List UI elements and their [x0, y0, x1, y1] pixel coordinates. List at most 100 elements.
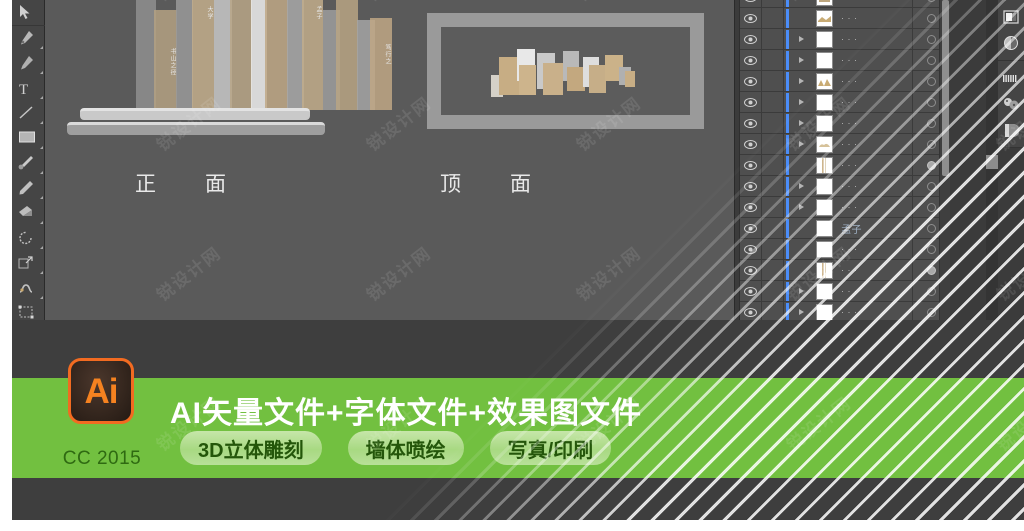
layer-visibility-icon[interactable]: [740, 8, 762, 28]
layer-visibility-icon[interactable]: [740, 302, 762, 320]
layer-name[interactable]: · · ·: [836, 0, 912, 2]
layer-name[interactable]: · · ·: [836, 118, 912, 128]
swatches-icon[interactable]: [998, 4, 1024, 30]
width-tool[interactable]: [12, 276, 45, 301]
layer-row[interactable]: · · ·: [740, 50, 950, 71]
layer-visibility-icon[interactable]: [740, 239, 762, 259]
artboard-canvas[interactable]: 书山之径 大学 论语中庸 孟子笃行之 正 面 顶 面: [45, 0, 734, 320]
layer-lock-cell[interactable]: [762, 176, 784, 196]
layer-name[interactable]: · · ·: [836, 286, 912, 296]
layers-list[interactable]: · · · · · · · · · · · · · · · · · · · · · · · ·…: [740, 0, 950, 320]
layer-expand-triangle-icon[interactable]: [790, 309, 812, 315]
layer-name[interactable]: · · ·: [836, 307, 912, 317]
layer-row[interactable]: 孟子: [740, 218, 950, 239]
layer-lock-cell[interactable]: [762, 71, 784, 91]
layer-row[interactable]: · · ·: [740, 197, 950, 218]
layer-expand-triangle-icon[interactable]: [790, 57, 812, 63]
layer-expand-triangle-icon[interactable]: [790, 183, 812, 189]
layer-lock-cell[interactable]: [762, 113, 784, 133]
brushes-icon[interactable]: [998, 65, 1024, 91]
layer-visibility-icon[interactable]: [740, 155, 762, 175]
rectangle-tool[interactable]: [12, 126, 45, 151]
layer-lock-cell[interactable]: [762, 0, 784, 7]
layer-visibility-icon[interactable]: [740, 113, 762, 133]
layer-visibility-icon[interactable]: [740, 29, 762, 49]
layer-expand-triangle-icon[interactable]: [790, 141, 812, 147]
layers-panel[interactable]: · · · · · · · · · · · · · · · · · · · · · · · ·…: [739, 0, 950, 320]
rotate-tool[interactable]: [12, 226, 45, 251]
layer-visibility-icon[interactable]: [740, 176, 762, 196]
layer-visibility-icon[interactable]: [740, 281, 762, 301]
layer-expand-triangle-icon[interactable]: [790, 204, 812, 210]
layer-visibility-icon[interactable]: [740, 0, 762, 7]
layer-name[interactable]: · · ·: [836, 76, 912, 86]
layer-lock-cell[interactable]: [762, 218, 784, 238]
layer-row[interactable]: · · ·: [740, 176, 950, 197]
layer-row[interactable]: · · ·: [740, 239, 950, 260]
layer-lock-cell[interactable]: [762, 281, 784, 301]
layer-lock-cell[interactable]: [762, 92, 784, 112]
layer-lock-cell[interactable]: [762, 29, 784, 49]
add-anchor-point-tool[interactable]: [12, 51, 45, 76]
layer-visibility-icon[interactable]: [740, 71, 762, 91]
eraser-tool[interactable]: [12, 201, 45, 226]
layer-row[interactable]: · · ·: [740, 113, 950, 134]
layer-row[interactable]: · · ·: [740, 281, 950, 302]
layer-visibility-icon[interactable]: [740, 260, 762, 280]
layer-lock-cell[interactable]: [762, 50, 784, 70]
layer-row[interactable]: · · ·: [740, 71, 950, 92]
dock-icon-column[interactable]: [998, 0, 1024, 148]
layer-visibility-icon[interactable]: [740, 50, 762, 70]
layer-name[interactable]: · · ·: [836, 160, 912, 170]
layer-visibility-icon[interactable]: [740, 218, 762, 238]
layer-lock-cell[interactable]: [762, 8, 784, 28]
layer-expand-triangle-icon[interactable]: [790, 36, 812, 42]
layer-row[interactable]: · · ·: [740, 92, 950, 113]
layer-row[interactable]: · · ·: [740, 29, 950, 50]
selection-tool[interactable]: [12, 0, 45, 25]
paintbrush-tool[interactable]: [12, 151, 45, 176]
tools-panel[interactable]: T: [12, 0, 45, 341]
layer-row[interactable]: · · ·: [740, 155, 950, 176]
layer-expand-triangle-icon[interactable]: [790, 78, 812, 84]
layer-row[interactable]: · · ·: [740, 134, 950, 155]
layers-scrollbar-thumb[interactable]: [942, 0, 949, 176]
layer-name[interactable]: · · ·: [836, 181, 912, 191]
layer-name[interactable]: · · ·: [836, 244, 912, 254]
layer-name[interactable]: · · ·: [836, 202, 912, 212]
layer-lock-cell[interactable]: [762, 197, 784, 217]
layer-name[interactable]: · · ·: [836, 34, 912, 44]
layer-row[interactable]: · · ·: [740, 302, 950, 320]
layer-visibility-icon[interactable]: [740, 197, 762, 217]
graphic-styles-icon[interactable]: [998, 117, 1024, 143]
layers-scrollbar[interactable]: [939, 0, 950, 320]
type-tool[interactable]: T: [12, 76, 45, 101]
layer-visibility-icon[interactable]: [740, 92, 762, 112]
layer-visibility-icon[interactable]: [740, 134, 762, 154]
symbols-icon[interactable]: [998, 91, 1024, 117]
layer-lock-cell[interactable]: [762, 260, 784, 280]
layer-name[interactable]: · · ·: [836, 139, 912, 149]
layer-name[interactable]: · · ·: [836, 97, 912, 107]
gradient-icon[interactable]: [998, 30, 1024, 56]
layer-lock-cell[interactable]: [762, 134, 784, 154]
layer-expand-triangle-icon[interactable]: [790, 120, 812, 126]
dock-resize-grip[interactable]: [986, 155, 998, 169]
document-window[interactable]: 书山之径 大学 论语中庸 孟子笃行之 正 面 顶 面: [45, 0, 735, 320]
layer-name[interactable]: · · ·: [836, 13, 912, 23]
layer-expand-triangle-icon[interactable]: [790, 288, 812, 294]
layer-expand-triangle-icon[interactable]: [790, 99, 812, 105]
panel-dock[interactable]: [950, 0, 1024, 320]
layer-row[interactable]: · · ·: [740, 260, 950, 281]
layer-name[interactable]: · · ·: [836, 55, 912, 65]
layer-lock-cell[interactable]: [762, 302, 784, 320]
line-segment-tool[interactable]: [12, 101, 45, 126]
layer-lock-cell[interactable]: [762, 155, 784, 175]
layer-name[interactable]: · · ·: [836, 265, 912, 275]
layer-name[interactable]: 孟子: [836, 221, 912, 236]
layer-lock-cell[interactable]: [762, 239, 784, 259]
pen-tool[interactable]: [12, 26, 45, 51]
layer-row[interactable]: · · ·: [740, 0, 950, 8]
layer-row[interactable]: · · ·: [740, 8, 950, 29]
pencil-tool[interactable]: [12, 176, 45, 201]
